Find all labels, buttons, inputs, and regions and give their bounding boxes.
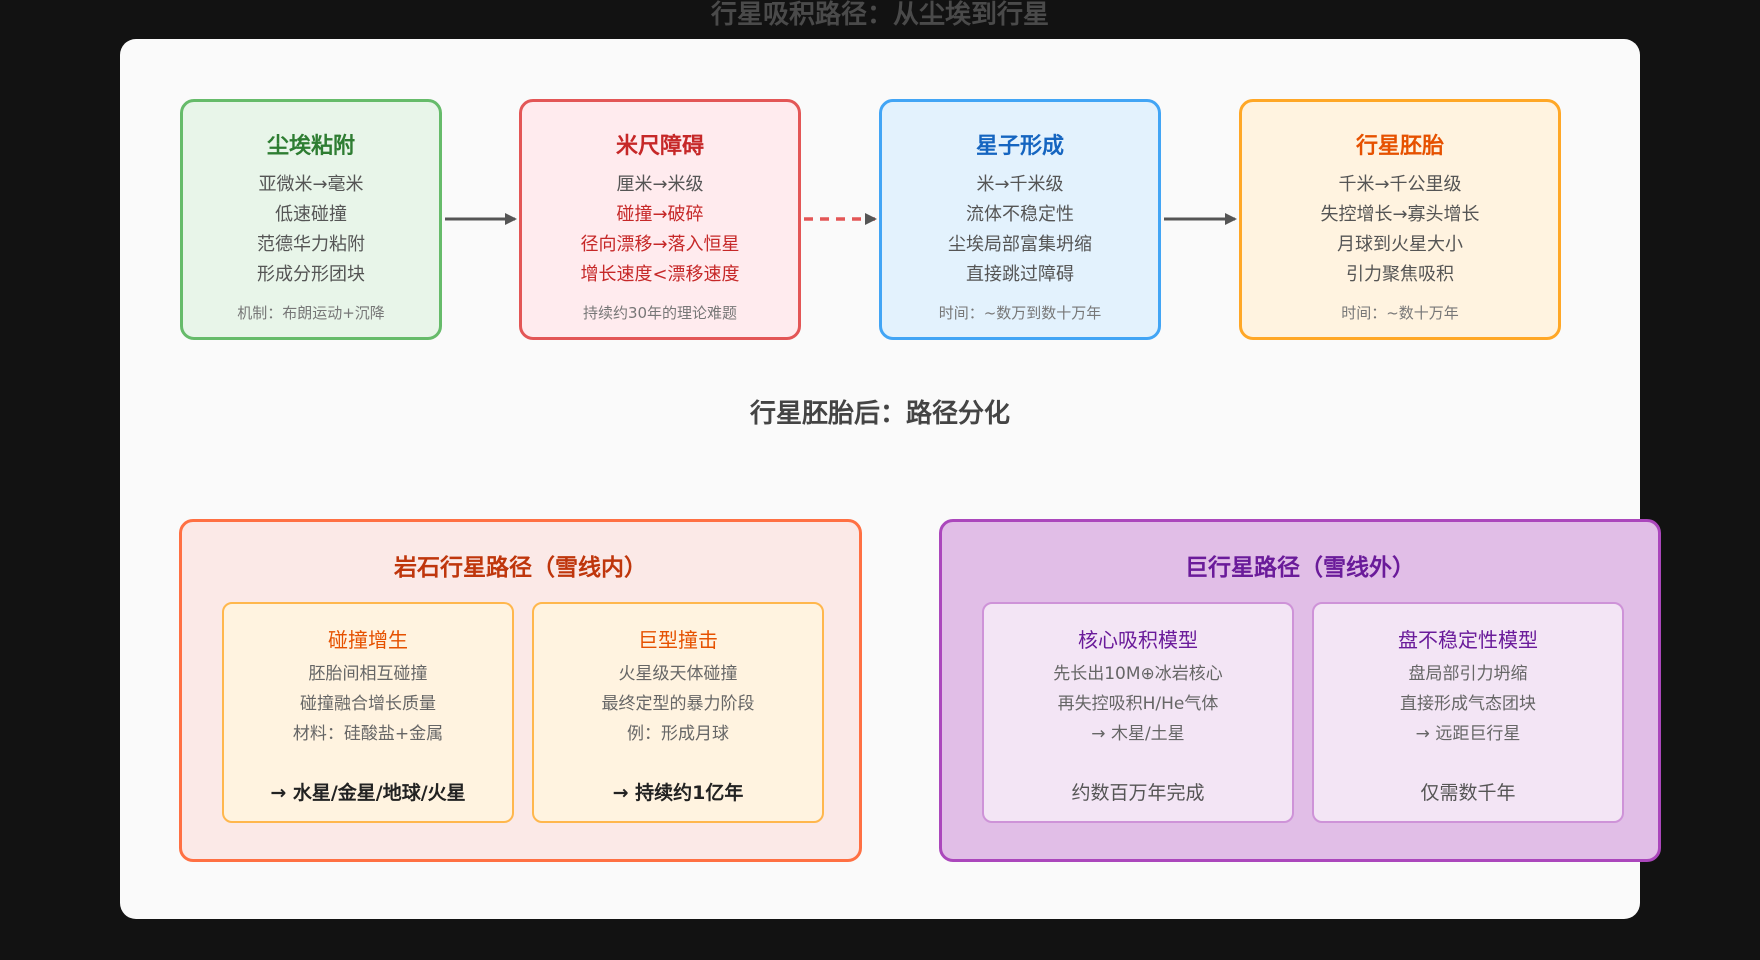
sub-result: → 持续约1亿年: [612, 782, 744, 804]
giant-planet-path: 巨行星路径（雪线外） 核心吸积模型 先长出10M⊕冰岩核心 再失控吸积H/He气…: [939, 519, 1661, 862]
sub-title: 核心吸积模型: [1078, 628, 1198, 652]
sub-title: 盘不稳定性模型: [1398, 628, 1538, 652]
sub-result: 约数百万年完成: [1071, 782, 1205, 804]
sub-giant-impact: 巨型撞击 火星级天体碰撞 最终定型的暴力阶段 例：形成月球 → 持续约1亿年: [532, 602, 824, 823]
path-title: 岩石行星路径（雪线内）: [394, 555, 647, 581]
sub-line: 胚胎间相互碰撞: [308, 664, 428, 684]
sub-line: → 远距巨行星: [1415, 724, 1521, 744]
sub-line: 火星级天体碰撞: [618, 664, 738, 684]
sub-collisional-accretion: 碰撞增生 胚胎间相互碰撞 碰撞融合增长质量 材料：硅酸盐+金属 → 水星/金星/…: [222, 602, 514, 823]
sub-line: 盘局部引力坍缩: [1408, 664, 1528, 684]
path-title: 巨行星路径（雪线外）: [1185, 555, 1415, 581]
sub-line: → 木星/土星: [1091, 724, 1185, 744]
section-title: 行星胚胎后：路径分化: [749, 399, 1010, 429]
sub-line: 直接形成气态团块: [1400, 694, 1536, 714]
sub-line: 材料：硅酸盐+金属: [292, 724, 444, 744]
sub-result: 仅需数千年: [1420, 782, 1516, 804]
rocky-planet-path: 岩石行星路径（雪线内） 碰撞增生 胚胎间相互碰撞 碰撞融合增长质量 材料：硅酸盐…: [179, 519, 862, 862]
sub-line: 碰撞融合增长质量: [300, 694, 436, 714]
sub-line: 先长出10M⊕冰岩核心: [1053, 664, 1223, 684]
sub-title: 巨型撞击: [638, 628, 718, 652]
sub-line: 例：形成月球: [627, 724, 729, 744]
sub-line: 最终定型的暴力阶段: [601, 694, 755, 714]
sub-core-accretion-model: 核心吸积模型 先长出10M⊕冰岩核心 再失控吸积H/He气体 → 木星/土星 约…: [982, 602, 1294, 823]
sub-result: → 水星/金星/地球/火星: [270, 782, 466, 804]
sub-line: 再失控吸积H/He气体: [1057, 694, 1219, 714]
sub-title: 碰撞增生: [328, 628, 408, 652]
sub-disk-instability-model: 盘不稳定性模型 盘局部引力坍缩 直接形成气态团块 → 远距巨行星 仅需数千年: [1312, 602, 1624, 823]
